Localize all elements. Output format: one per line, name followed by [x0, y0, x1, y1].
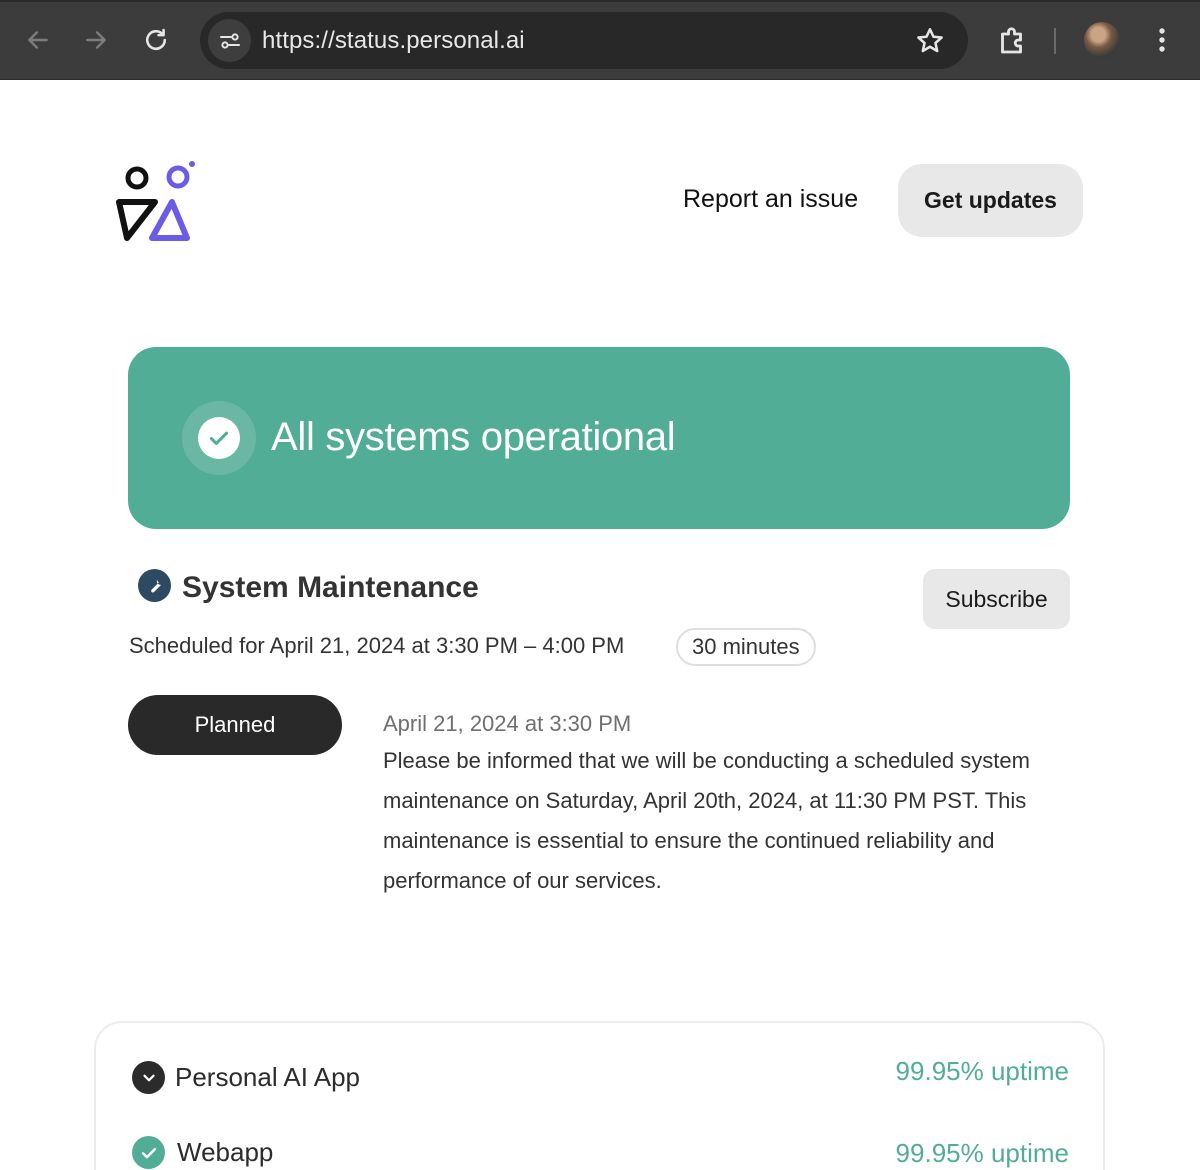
components-card: Personal AI App 99.95% uptime Webapp 99.… — [94, 1021, 1105, 1170]
wrench-icon — [138, 569, 171, 602]
status-banner: All systems operational — [128, 347, 1070, 529]
chevron-down-icon[interactable] — [132, 1061, 165, 1094]
get-updates-button[interactable]: Get updates — [898, 164, 1083, 237]
component-uptime: 99.95% uptime — [895, 1138, 1069, 1168]
back-arrow-icon[interactable] — [20, 22, 56, 58]
component-uptime: 99.95% uptime — [895, 1056, 1069, 1086]
tab-strip-edge — [0, 0, 1200, 2]
update-timestamp: April 21, 2024 at 3:30 PM — [383, 711, 632, 736]
browser-toolbar: https://status.personal.ai — [0, 0, 1200, 80]
extensions-icon[interactable] — [995, 22, 1031, 58]
component-row[interactable]: Personal AI App 99.95% uptime — [96, 1056, 1103, 1099]
update-body: Please be informed that we will be condu… — [383, 748, 1030, 893]
check-circle-icon — [132, 1136, 165, 1169]
maintenance-title[interactable]: System Maintenance — [182, 571, 479, 605]
duration-badge: 30 minutes — [676, 628, 816, 666]
address-bar[interactable]: https://status.personal.ai — [200, 12, 968, 69]
forward-arrow-icon[interactable] — [78, 22, 114, 58]
report-issue-link[interactable]: Report an issue — [683, 185, 858, 214]
url-text[interactable]: https://status.personal.ai — [262, 27, 525, 55]
subscribe-button[interactable]: Subscribe — [923, 569, 1070, 629]
personal-ai-logo[interactable] — [112, 158, 196, 244]
maintenance-schedule: Scheduled for April 21, 2024 at 3:30 PM … — [129, 633, 625, 658]
check-circle-icon — [182, 401, 256, 475]
reload-icon[interactable] — [138, 22, 174, 58]
planned-status-badge: Planned — [128, 695, 342, 755]
component-name: Webapp — [177, 1137, 274, 1167]
site-info-icon[interactable] — [208, 19, 251, 62]
component-name: Personal AI App — [175, 1062, 361, 1092]
status-title: All systems operational — [271, 415, 676, 459]
toolbar-divider — [1054, 28, 1056, 54]
profile-avatar[interactable] — [1084, 22, 1120, 58]
menu-kebab-icon[interactable] — [1146, 22, 1178, 58]
component-row[interactable]: Webapp 99.95% uptime — [96, 1134, 1103, 1170]
bookmark-star-icon[interactable] — [914, 25, 946, 57]
